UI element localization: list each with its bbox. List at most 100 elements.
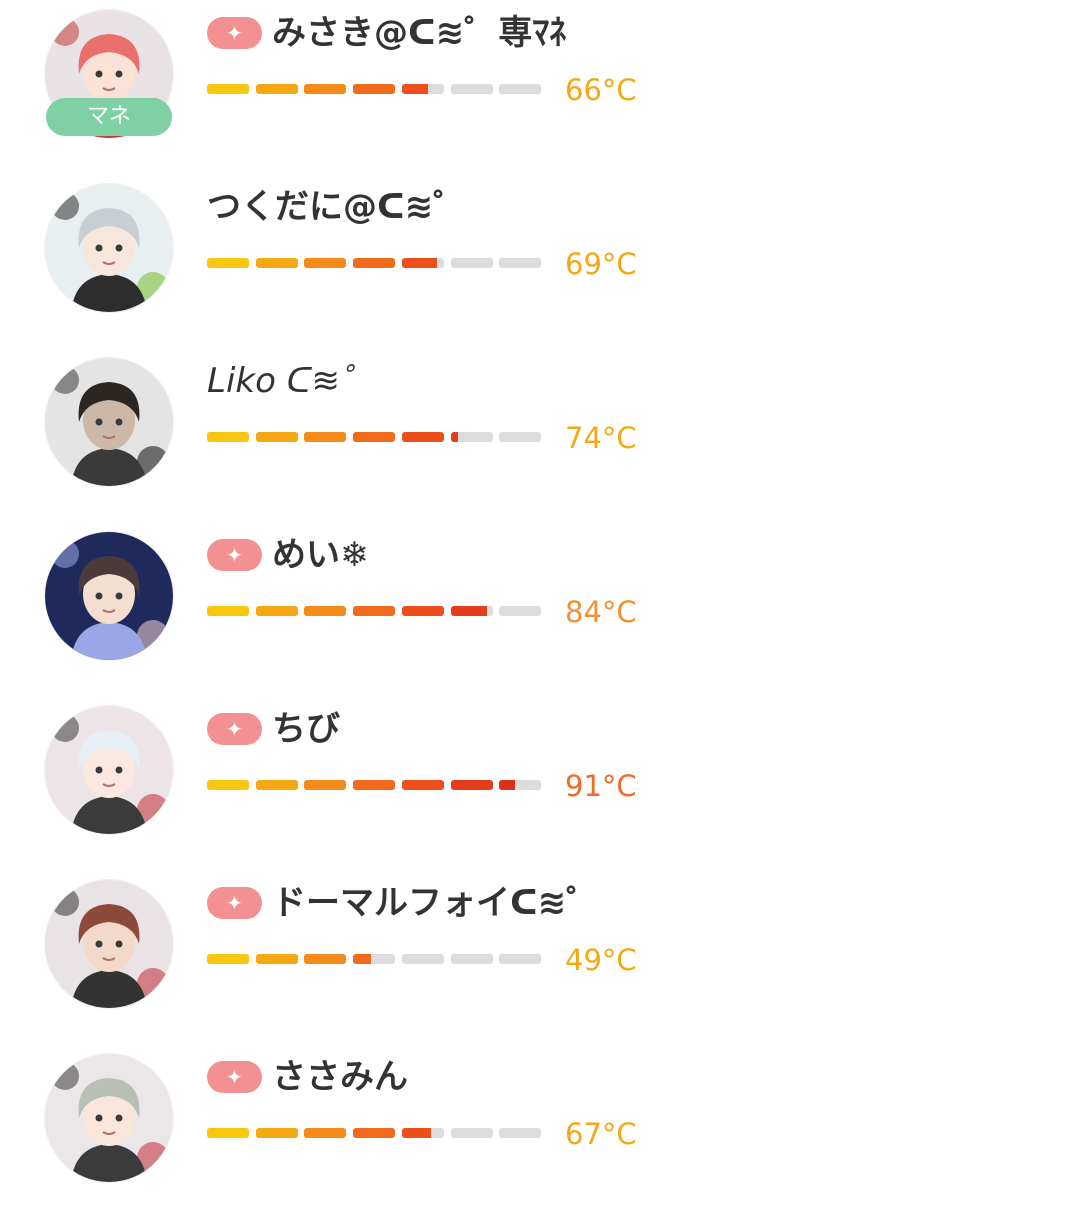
temperature-segment <box>304 1128 347 1138</box>
temperature-segment <box>401 258 444 268</box>
temperature-segment <box>401 780 444 790</box>
temperature-segment <box>353 84 396 94</box>
temperature-segment-fill <box>255 1128 298 1138</box>
avatar[interactable] <box>45 358 173 486</box>
avatar-image <box>45 880 173 1008</box>
temperature-segment <box>207 1128 249 1138</box>
temperature-segment-fill <box>353 780 396 790</box>
temperature-segment-fill <box>255 84 298 94</box>
temperature-segment <box>499 954 542 964</box>
temperature-segment <box>499 780 542 790</box>
member-name[interactable]: ドーマルフォイᑕ≋゜ <box>272 880 600 926</box>
temperature-segment <box>450 954 493 964</box>
temperature-segment <box>255 954 298 964</box>
temperature-segment-fill <box>255 258 298 268</box>
temperature-segment <box>353 258 396 268</box>
temperature-segment-fill <box>353 432 396 442</box>
temperature-segment-fill <box>353 954 372 964</box>
member-row[interactable]: Liko ᑕ≋゜ 74°C <box>0 348 1071 522</box>
temperature-segment-fill <box>450 606 488 616</box>
temperature-segment <box>499 606 542 616</box>
temperature-segment <box>353 606 396 616</box>
temperature-segment-fill <box>304 84 347 94</box>
temperature-segment-fill <box>207 780 249 790</box>
temperature-segment-fill <box>353 606 396 616</box>
member-name[interactable]: Liko ᑕ≋゜ <box>207 358 374 404</box>
temperature-segment <box>304 432 347 442</box>
temperature-segment-fill <box>207 84 249 94</box>
temperature-segment <box>207 780 249 790</box>
temperature-segment-fill <box>450 432 459 442</box>
temperature-segment <box>255 258 298 268</box>
member-name[interactable]: つくだに@ᑕ≋゜ <box>207 184 467 230</box>
temperature-segment <box>304 258 347 268</box>
temperature-segment <box>255 606 298 616</box>
temperature-segment-fill <box>304 258 347 268</box>
temperature-value: 66°C <box>565 73 637 107</box>
temperature-segment <box>207 258 249 268</box>
temperature-value: 49°C <box>565 943 637 977</box>
avatar[interactable] <box>45 1054 173 1182</box>
temperature-segment <box>255 1128 298 1138</box>
temperature-segment <box>255 84 298 94</box>
temperature-segment-fill <box>255 780 298 790</box>
temperature-segment <box>401 432 444 442</box>
member-row[interactable]: つくだに@ᑕ≋゜ 69°C <box>0 174 1071 348</box>
temperature-segment <box>353 1128 396 1138</box>
member-name[interactable]: ささみん <box>272 1054 408 1100</box>
temperature-segment <box>304 780 347 790</box>
avatar[interactable] <box>45 880 173 1008</box>
temperature-segment-fill <box>304 954 347 964</box>
temperature-segment-fill <box>401 1128 431 1138</box>
temperature-segment <box>304 84 347 94</box>
member-name[interactable]: ちび <box>272 706 340 752</box>
temperature-segment <box>499 258 542 268</box>
sparkle-badge: ✦ <box>207 887 262 919</box>
member-name[interactable]: めい❄︎ <box>272 532 369 578</box>
temperature-segment <box>401 954 444 964</box>
temperature-segment-fill <box>207 954 249 964</box>
temperature-segment-fill <box>255 954 298 964</box>
temperature-segment <box>450 84 493 94</box>
temperature-segment-fill <box>207 432 249 442</box>
sparkle-badge: ✦ <box>207 713 262 745</box>
temperature-segment <box>450 258 493 268</box>
member-row[interactable]: ✦ ドーマルフォイᑕ≋゜ 49°C <box>0 870 1071 1044</box>
temperature-segment-fill <box>304 780 347 790</box>
sparkle-badge: ✦ <box>207 1061 262 1093</box>
member-row[interactable]: マネ ✦ みさき@ᑕ≋゜専ﾏﾈ 66°C <box>0 0 1071 174</box>
temperature-segment-fill <box>353 258 396 268</box>
temperature-segment-fill <box>401 258 437 268</box>
temperature-bar <box>207 84 547 94</box>
temperature-segment-fill <box>401 606 444 616</box>
temperature-segment <box>450 606 493 616</box>
temperature-value: 91°C <box>565 769 637 803</box>
temperature-segment <box>207 432 249 442</box>
temperature-segment <box>255 780 298 790</box>
temperature-segment-fill <box>353 1128 396 1138</box>
temperature-bar <box>207 606 547 616</box>
member-name[interactable]: みさき@ᑕ≋゜専ﾏﾈ <box>272 10 566 56</box>
temperature-segment-fill <box>304 606 347 616</box>
avatar[interactable] <box>45 184 173 312</box>
avatar-image <box>45 1054 173 1182</box>
member-row[interactable]: ✦ めい❄︎ 84°C <box>0 522 1071 696</box>
temperature-segment-fill <box>499 780 515 790</box>
temperature-segment <box>353 432 396 442</box>
temperature-bar <box>207 780 547 790</box>
member-row[interactable]: ✦ ちび 91°C <box>0 696 1071 870</box>
temperature-bar <box>207 258 547 268</box>
temperature-segment <box>401 84 444 94</box>
avatar-image <box>45 706 173 834</box>
temperature-segment <box>450 432 493 442</box>
temperature-segment <box>499 1128 542 1138</box>
temperature-segment-fill <box>353 84 396 94</box>
member-row[interactable]: ✦ ささみん 67°C <box>0 1044 1071 1218</box>
avatar[interactable] <box>45 532 173 660</box>
temperature-segment-fill <box>255 606 298 616</box>
avatar-image <box>45 532 173 660</box>
temperature-value: 69°C <box>565 247 637 281</box>
temperature-value: 67°C <box>565 1117 637 1151</box>
temperature-segment-fill <box>401 780 444 790</box>
avatar[interactable] <box>45 706 173 834</box>
